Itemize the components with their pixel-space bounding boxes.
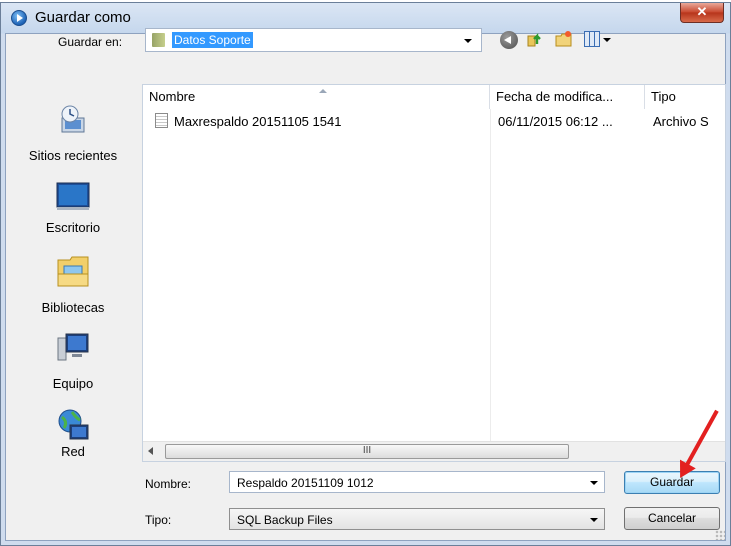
- back-icon[interactable]: [500, 31, 518, 49]
- new-folder-icon[interactable]: [555, 30, 573, 48]
- scroll-left-icon[interactable]: [148, 447, 153, 455]
- app-icon: [11, 10, 27, 26]
- table-row[interactable]: Maxrespaldo 20151105 1541 06/11/2015 06:…: [143, 111, 725, 131]
- up-folder-icon[interactable]: [526, 30, 544, 48]
- file-name-label: Nombre:: [145, 477, 192, 491]
- nav-label: Sitios recientes: [28, 148, 118, 163]
- scrollbar-thumb[interactable]: III: [165, 444, 569, 459]
- views-menu-icon[interactable]: [584, 31, 600, 47]
- file-type-value: SQL Backup Files: [237, 513, 333, 527]
- nav-label: Equipo: [52, 376, 94, 391]
- desktop-icon: [56, 182, 90, 210]
- column-header-type[interactable]: Tipo: [645, 85, 725, 109]
- file-type: Archivo S: [653, 114, 709, 129]
- places-bar: Sitios recientes Escritorio Bibliotecas …: [4, 60, 142, 460]
- file-icon: [155, 113, 168, 128]
- recent-places-icon: [61, 105, 85, 133]
- chevron-down-icon[interactable]: [590, 481, 598, 485]
- file-type-label: Tipo:: [145, 513, 172, 527]
- sort-ascending-icon: [319, 89, 327, 93]
- resize-grip[interactable]: [715, 530, 725, 540]
- file-name-input[interactable]: Respaldo 20151109 1012: [229, 471, 605, 493]
- network-icon: [58, 409, 89, 440]
- file-name-value: Respaldo 20151109 1012: [237, 476, 374, 490]
- save-button[interactable]: Guardar: [624, 471, 720, 494]
- close-button[interactable]: ✕: [680, 3, 724, 23]
- horizontal-scrollbar[interactable]: III: [143, 441, 725, 461]
- chevron-down-icon: [464, 39, 472, 43]
- column-divider: [490, 109, 491, 441]
- libraries-icon: [57, 256, 89, 287]
- nav-label: Bibliotecas: [41, 300, 105, 315]
- column-header-name[interactable]: Nombre: [143, 85, 490, 109]
- computer-icon: [57, 333, 89, 361]
- file-date: 06/11/2015 06:12 ...: [498, 114, 613, 129]
- column-header-date[interactable]: Fecha de modifica...: [490, 85, 645, 109]
- chevron-down-icon: [590, 518, 598, 522]
- save-in-value: Datos Soporte: [172, 32, 253, 48]
- views-chevron-icon[interactable]: [603, 38, 611, 42]
- nav-label: Red: [61, 444, 85, 459]
- file-type-select[interactable]: SQL Backup Files: [229, 508, 605, 530]
- dialog-title: Guardar como: [35, 9, 131, 26]
- file-list[interactable]: Nombre Fecha de modifica... Tipo Maxresp…: [142, 84, 726, 462]
- cancel-button[interactable]: Cancelar: [624, 507, 720, 530]
- file-name: Maxrespaldo 20151105 1541: [174, 114, 342, 129]
- folder-icon: [152, 33, 165, 47]
- close-icon: ✕: [696, 4, 708, 19]
- nav-label: Escritorio: [45, 220, 101, 235]
- save-in-dropdown[interactable]: Datos Soporte: [145, 28, 482, 52]
- save-in-label: Guardar en:: [58, 35, 123, 49]
